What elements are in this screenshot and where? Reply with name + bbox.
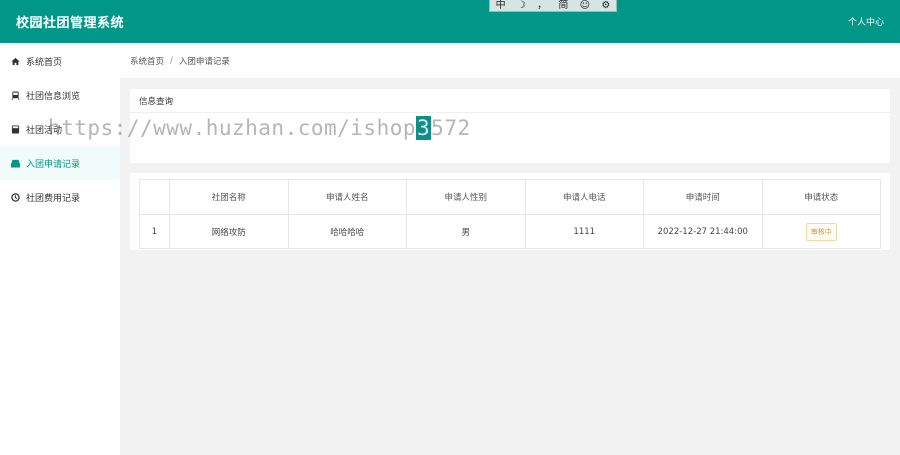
sidebar-item-label: 社团信息浏览	[26, 91, 81, 102]
sidebar-item-label: 入团申请记录	[26, 159, 81, 170]
ime-settings-icon[interactable]: ⚙	[601, 0, 610, 11]
column-header-time: 申请时间	[643, 179, 763, 215]
profile-link[interactable]: 个人中心	[848, 15, 884, 28]
query-panel: 信息查询	[130, 89, 890, 163]
cell-status: 审核中	[761, 214, 881, 249]
status-badge: 审核中	[805, 222, 837, 241]
sidebar-item-join-records[interactable]: 入团申请记录	[0, 146, 120, 180]
cell-phone: 1111	[524, 214, 644, 249]
ime-toolbar: 中 ☽ ， 简 ☺ ⚙	[489, 0, 617, 12]
sidebar-item-fee-records[interactable]: 社团费用记录	[0, 180, 120, 214]
column-header-club: 社团名称	[169, 179, 289, 215]
breadcrumb: 系统首页 / 入团申请记录	[120, 43, 900, 78]
ime-chinese-mode[interactable]: 中	[496, 0, 506, 11]
sidebar: 系统首页 社团信息浏览 社团活动 入团申请记录 社团费用记录	[0, 43, 120, 455]
query-panel-title: 信息查询	[130, 89, 890, 113]
home-icon	[11, 57, 20, 66]
sidebar-item-label: 社团费用记录	[26, 193, 81, 204]
ime-emoji-icon[interactable]: ☺	[580, 0, 590, 11]
calculator-icon	[11, 124, 20, 134]
clock-icon	[11, 192, 20, 202]
sidebar-item-home[interactable]: 系统首页	[0, 44, 120, 78]
column-header-status: 申请状态	[761, 179, 881, 215]
column-header-name: 申请人姓名	[287, 179, 407, 215]
column-header-gender: 申请人性别	[406, 179, 526, 215]
cell-index: 1	[139, 214, 170, 249]
cell-time: 2022-12-27 21:44:00	[643, 214, 763, 249]
cell-club: 网络攻防	[169, 214, 289, 249]
sidebar-item-club-activity[interactable]: 社团活动	[0, 112, 120, 146]
app-title: 校园社团管理系统	[16, 16, 125, 31]
breadcrumb-current: 入团申请记录	[178, 56, 230, 67]
top-header: 校园社团管理系统 个人中心	[0, 0, 900, 43]
table-row[interactable]: 1 网络攻防 哈哈哈哈 男 1111 2022-12-27 21:44:00 审…	[139, 214, 881, 249]
records-table: 社团名称 申请人姓名 申请人性别 申请人电话 申请时间 申请状态 1 网络攻防 …	[139, 179, 881, 249]
column-header-index	[139, 179, 170, 215]
sidebar-item-label: 社团活动	[26, 125, 63, 136]
records-table-panel: 社团名称 申请人姓名 申请人性别 申请人电话 申请时间 申请状态 1 网络攻防 …	[130, 173, 890, 250]
train-icon	[11, 90, 20, 100]
inbox-icon	[11, 159, 20, 168]
ime-punctuation[interactable]: ，	[537, 0, 547, 11]
ime-moon-icon[interactable]: ☽	[517, 0, 526, 11]
cell-name: 哈哈哈哈	[287, 214, 407, 249]
breadcrumb-separator: /	[170, 55, 173, 66]
ime-simplified[interactable]: 简	[558, 0, 568, 11]
column-header-phone: 申请人电话	[524, 179, 644, 215]
table-header-row: 社团名称 申请人姓名 申请人性别 申请人电话 申请时间 申请状态	[139, 179, 881, 215]
query-panel-body	[130, 113, 890, 163]
sidebar-item-label: 系统首页	[26, 57, 63, 68]
sidebar-item-club-info[interactable]: 社团信息浏览	[0, 78, 120, 112]
breadcrumb-home[interactable]: 系统首页	[130, 55, 164, 67]
cell-gender: 男	[406, 214, 526, 249]
